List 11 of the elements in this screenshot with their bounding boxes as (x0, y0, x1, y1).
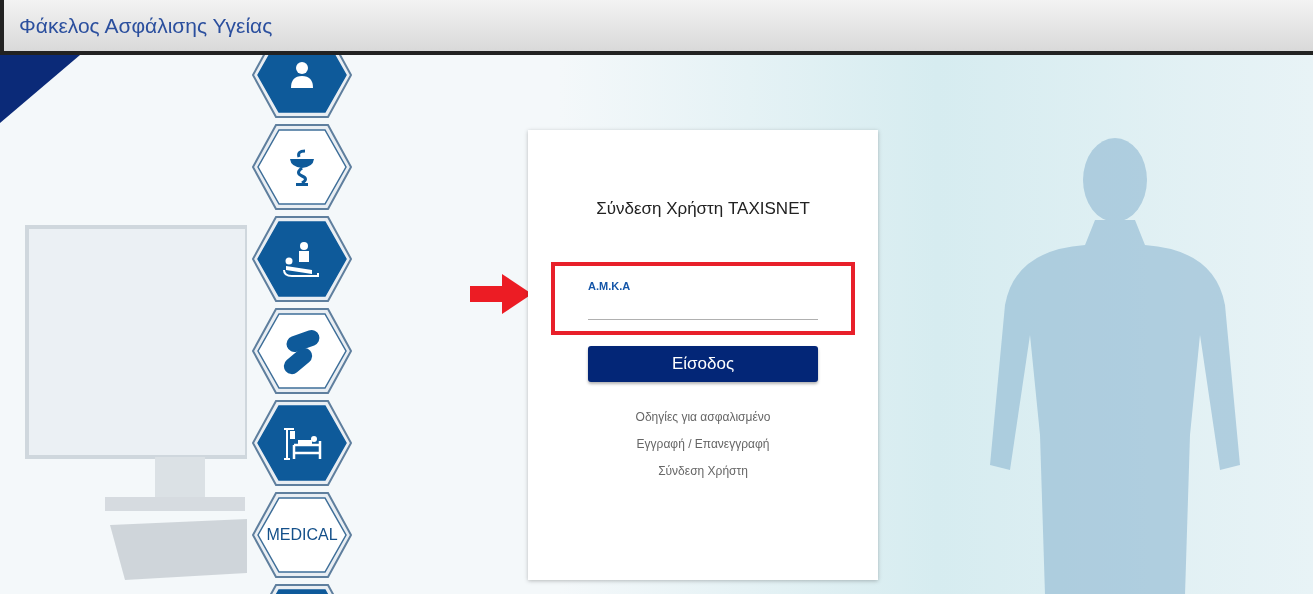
login-title: Σύνδεση Χρήστη TAXISNET (596, 198, 810, 220)
help-link[interactable]: Σύνδεση Χρήστη (658, 461, 748, 480)
app-title: Φάκελος Ασφάλισης Υγείας (19, 12, 273, 39)
amka-label: Α.Μ.Κ.Α (588, 278, 632, 294)
bowl-of-hygieia-icon (287, 147, 317, 187)
login-button[interactable]: Είσοδος (588, 345, 818, 382)
hospital-bed-icon (282, 425, 322, 461)
help-link[interactable]: Εγγραφή / Επανεγγραφή (636, 434, 770, 453)
medical-label: MEDICAL (266, 526, 338, 543)
patient-care-icon (282, 240, 322, 278)
help-link[interactable]: Οδηγίες για ασφαλισμένο (635, 407, 771, 426)
